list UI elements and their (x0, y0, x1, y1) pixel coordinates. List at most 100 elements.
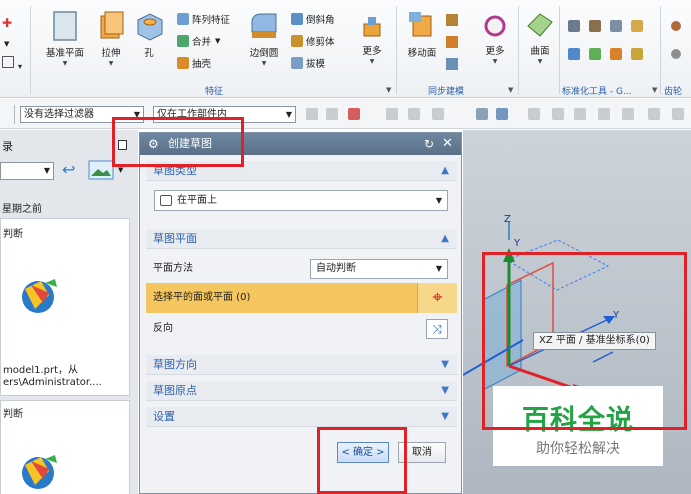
snap-icon[interactable] (408, 108, 420, 120)
extrude-button[interactable]: 拉伸 ▼ (94, 10, 128, 67)
annotation-box (317, 427, 407, 494)
snap-icon[interactable] (622, 108, 634, 120)
sync-small-icon[interactable] (446, 58, 458, 70)
edge-blend-button[interactable]: 边倒圆 ▼ (245, 10, 283, 67)
combine-button[interactable]: 合并 ▼ (177, 34, 220, 48)
reverse-direction-button[interactable]: ⤨ (426, 319, 448, 339)
group-label-sync: 同步建模 (428, 87, 465, 97)
chamfer-icon (291, 13, 303, 25)
snap-icon[interactable] (326, 108, 338, 120)
snap-icon[interactable] (306, 108, 318, 120)
datum-plane-button[interactable]: 基准平面 ▼ (40, 10, 90, 67)
group-expand-icon[interactable]: ▼ (386, 86, 391, 94)
reverse-label: 反向 (153, 323, 173, 334)
history-file-path: ers\Administrator.... (3, 377, 102, 388)
snap-icon[interactable] (648, 108, 660, 120)
select-face-label: 选择平的面或平面 (0) (153, 292, 251, 303)
gear-tool-icon[interactable] (670, 48, 682, 60)
surface-button[interactable]: 曲面 ▼ (524, 10, 556, 65)
snap-icon[interactable] (574, 108, 586, 120)
snap-icon[interactable] (432, 108, 444, 120)
combine-icon (177, 35, 189, 47)
reverse-row: 反向 ⤨ (146, 317, 457, 341)
standard-tool-icon[interactable] (589, 20, 601, 32)
group-expand-icon[interactable]: ▼ (652, 86, 657, 94)
annotation-box (482, 252, 687, 430)
axis-label-y: Y (514, 238, 521, 249)
chevron-down-icon: ▼ (435, 196, 442, 205)
pattern-feature-button[interactable]: 阵列特征 (177, 12, 230, 26)
history-item-card[interactable]: 判断 model1.prt，从 ers\Administrator.... (0, 218, 130, 396)
history-file-name: model1.prt，从 (3, 365, 79, 376)
trim-body-button[interactable]: 修剪体 (291, 34, 335, 48)
sketch-orientation-section[interactable]: 草图方向 ▼ (146, 355, 457, 375)
standard-tool-icon[interactable] (610, 20, 622, 32)
close-icon[interactable]: ✕ (442, 133, 453, 155)
sync-small-icon[interactable] (446, 36, 458, 48)
shell-button[interactable]: 抽壳 (177, 56, 211, 70)
partial-square-icon[interactable] (2, 56, 14, 68)
sync-small-icon[interactable] (446, 14, 458, 26)
axis-label-z: Z (504, 214, 511, 225)
hole-icon (137, 13, 163, 41)
chamfer-button[interactable]: 倒斜角 (291, 12, 335, 26)
back-arrow-icon[interactable]: ↩ (62, 162, 75, 178)
sync-more-icon (484, 15, 506, 37)
nx-part-icon (22, 279, 57, 313)
group-label-standard: 标准化工具 - G... (562, 87, 632, 97)
move-face-button[interactable]: 移动面 (404, 10, 440, 59)
snap-icon[interactable] (348, 108, 360, 120)
sketch-plane-section[interactable]: 草图平面 ▲ (146, 229, 457, 249)
standard-tool-icon[interactable] (610, 48, 622, 60)
partial-icon[interactable]: ✚ (2, 16, 12, 30)
crosshair-icon[interactable]: ⌖ (417, 283, 457, 313)
reset-icon[interactable]: ↻ (424, 133, 434, 155)
select-face-row[interactable]: 选择平的面或平面 (0) ⌖ (146, 283, 457, 313)
standard-tool-icon[interactable] (631, 20, 643, 32)
group-expand-icon[interactable]: ▼ (508, 86, 513, 94)
sketch-type-select[interactable]: 在平面上 ▼ (154, 190, 448, 211)
chevron-down-icon: ▼ (441, 385, 449, 396)
create-sketch-dialog: ⚙ 创建草图 ↻ ✕ 草图类型 ▲ 在平面上 ▼ 草图平面 ▲ 平面方法 自动判断 … (139, 132, 462, 494)
sketch-origin-section[interactable]: 草图原点 ▼ (146, 381, 457, 401)
gear-tool-icon[interactable] (670, 20, 682, 32)
group-label-gear: 齿轮 (664, 87, 683, 97)
plane-method-label: 平面方法 (153, 263, 193, 274)
snap-icon[interactable] (386, 108, 398, 120)
navigator-title: 录 (2, 140, 13, 153)
snap-icon[interactable] (496, 108, 508, 120)
settings-section[interactable]: 设置 ▼ (146, 407, 457, 427)
image-icon[interactable] (88, 160, 114, 180)
standard-tools-row-2 (568, 48, 643, 60)
hole-button[interactable]: 孔 (132, 10, 166, 59)
snap-icon[interactable] (598, 108, 610, 120)
ribbon: ✚ ▼ ▾ 基准平面 ▼ 拉伸 ▼ 孔 阵列特征 合并 ▼ 抽壳 边倒圆 ▼ 倒… (0, 0, 691, 98)
more-icon (363, 17, 381, 37)
plane-method-row: 平面方法 自动判断 ▼ (146, 257, 457, 281)
snap-icon[interactable] (552, 108, 564, 120)
chevron-down-icon: ▼ (435, 264, 442, 273)
history-group-label: 星期之前 (2, 204, 42, 215)
snap-icon[interactable] (528, 108, 540, 120)
sketch-on-plane-icon (160, 195, 172, 206)
chevron-down-icon[interactable]: ▼ (118, 166, 123, 174)
pattern-feature-icon (177, 13, 189, 25)
sync-more-button[interactable]: 更多 ▼ (478, 12, 512, 65)
datum-plane-icon (53, 11, 77, 41)
chevron-down-icon: ▼ (43, 166, 50, 175)
standard-tool-icon[interactable] (631, 48, 643, 60)
standard-tool-icon[interactable] (568, 20, 580, 32)
plane-method-select[interactable]: 自动判断 ▼ (310, 259, 448, 279)
standard-tool-icon[interactable] (589, 48, 601, 60)
snap-icon[interactable] (672, 108, 684, 120)
feature-more-button[interactable]: 更多 ▼ (355, 14, 389, 65)
history-select[interactable]: ▼ (0, 162, 54, 180)
dropdown-arrow-icon[interactable]: ▼ (4, 40, 9, 48)
draft-button[interactable]: 拔模 (291, 56, 325, 70)
standard-tool-icon[interactable] (568, 48, 580, 60)
standard-tools-row-1 (568, 20, 643, 32)
reverse-direction-icon: ⤨ (432, 322, 442, 336)
dropdown-arrow-icon[interactable]: ▾ (18, 62, 22, 71)
snap-icon[interactable] (476, 108, 488, 120)
history-item-card[interactable]: 判断 (0, 400, 130, 494)
